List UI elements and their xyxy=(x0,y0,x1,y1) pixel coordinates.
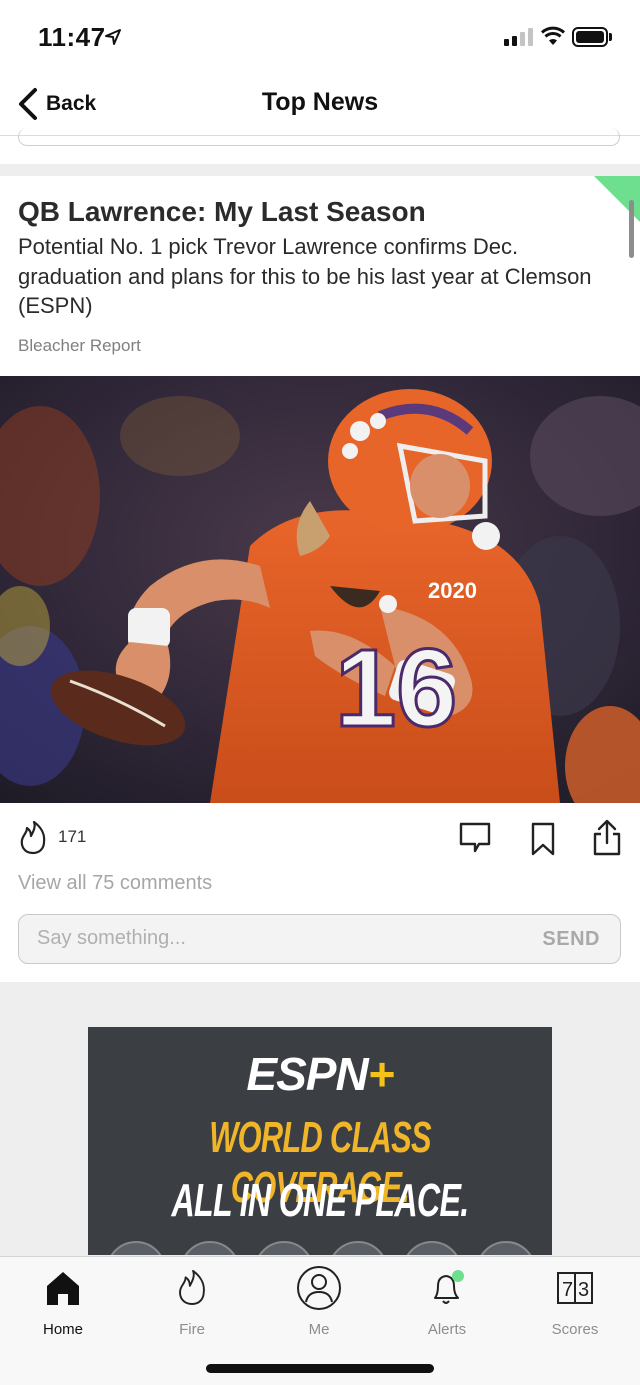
wifi-icon xyxy=(540,26,566,45)
tab-home[interactable]: Home xyxy=(13,1265,113,1338)
ad-logo-text: ESPN xyxy=(246,1048,368,1100)
status-time: 11:47 xyxy=(38,22,106,52)
tab-me-label: Me xyxy=(308,1321,330,1338)
ad-thumbnail xyxy=(328,1241,388,1255)
news-card[interactable]: QB Lawrence: My Last Season Potential No… xyxy=(0,176,640,982)
tab-alerts-label: Alerts xyxy=(427,1321,467,1338)
tab-me[interactable]: Me xyxy=(269,1265,369,1338)
share-icon[interactable] xyxy=(592,819,622,857)
profile-icon xyxy=(297,1266,341,1310)
tab-alerts[interactable]: Alerts xyxy=(397,1265,497,1338)
jersey-patch: 2020 xyxy=(428,578,477,603)
tab-fire[interactable]: Fire xyxy=(142,1265,242,1338)
alert-badge xyxy=(452,1270,464,1282)
article-photo[interactable]: 16 2020 xyxy=(0,376,640,803)
ad-thumbnail xyxy=(106,1241,166,1255)
ad-thumbnails xyxy=(88,1241,552,1255)
ad-thumbnail xyxy=(254,1241,314,1255)
ad-logo: ESPN+ xyxy=(88,1047,552,1101)
article-actions: 171 xyxy=(0,803,640,873)
score-digit-right: 3 xyxy=(578,1279,589,1301)
espn-plus-ad[interactable]: ESPN+ WORLD CLASS COVERAGE. ALL IN ONE P… xyxy=(88,1027,552,1255)
tab-bar: Home Fire Me Alerts 7 3 Scores xyxy=(0,1256,640,1385)
ad-thumbnail xyxy=(180,1241,240,1255)
bookmark-icon[interactable] xyxy=(530,821,556,857)
fire-count: 171 xyxy=(58,827,87,846)
home-icon xyxy=(47,1272,79,1305)
article-summary[interactable]: Potential No. 1 pick Trevor Lawrence con… xyxy=(18,232,598,321)
ad-logo-plus: + xyxy=(367,1048,395,1100)
comment-box[interactable]: SEND xyxy=(18,914,621,964)
comment-input[interactable] xyxy=(37,927,497,950)
article-source: Bleacher Report xyxy=(18,336,141,355)
view-all-comments-link[interactable]: View all 75 comments xyxy=(18,872,212,895)
status-bar: 11:47 xyxy=(0,0,640,74)
jersey-number: 16 xyxy=(335,627,457,750)
tab-home-label: Home xyxy=(42,1321,83,1338)
article-headline[interactable]: QB Lawrence: My Last Season xyxy=(18,196,598,228)
ad-thumbnail xyxy=(476,1241,536,1255)
nav-bar: Back Top News xyxy=(0,74,640,136)
quarterback-photo-illustration: 16 2020 xyxy=(0,376,640,803)
send-button[interactable]: SEND xyxy=(542,928,600,951)
previous-card-edge xyxy=(0,128,640,164)
scroll-indicator xyxy=(629,200,634,258)
ad-subheadline: ALL IN ONE PLACE. xyxy=(171,1174,469,1226)
previous-comment-box-edge xyxy=(18,128,620,146)
battery-icon xyxy=(572,27,608,47)
location-arrow-icon xyxy=(105,29,121,45)
battery-tip xyxy=(609,33,612,41)
signal-icon xyxy=(504,28,533,46)
tab-scores-label: Scores xyxy=(551,1321,599,1338)
fire-icon xyxy=(179,1269,205,1305)
scoreboard-icon: 7 3 xyxy=(557,1272,593,1304)
score-digit-left: 7 xyxy=(562,1279,573,1301)
bell-icon xyxy=(434,1270,464,1304)
comment-icon[interactable] xyxy=(458,821,492,855)
tab-scores[interactable]: 7 3 Scores xyxy=(525,1265,625,1338)
page-title: Top News xyxy=(261,88,379,116)
tab-fire-label: Fire xyxy=(179,1321,205,1338)
home-indicator xyxy=(206,1364,434,1373)
ad-thumbnail xyxy=(402,1241,462,1255)
fire-icon[interactable] xyxy=(18,821,48,855)
